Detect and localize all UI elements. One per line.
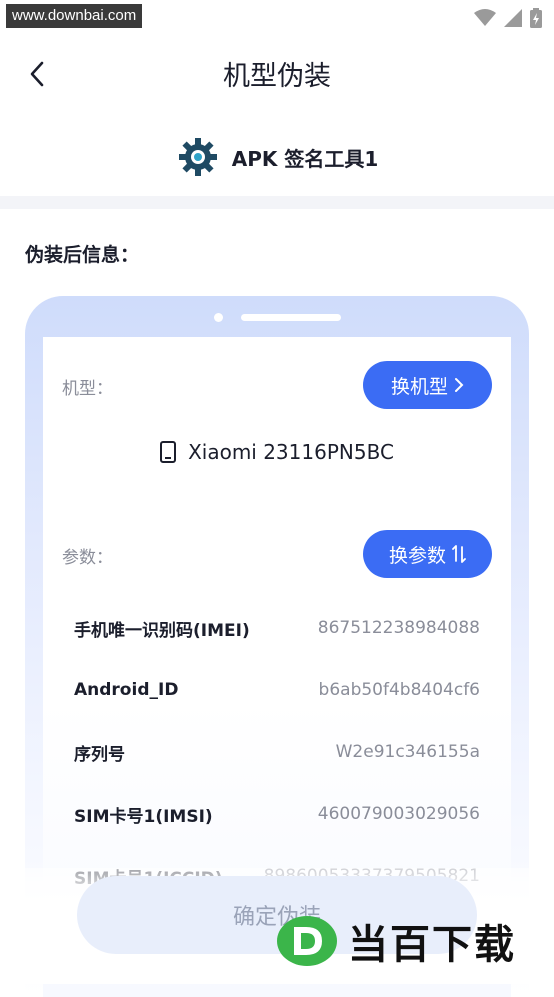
device-info: Xiaomi 23116PN5BC: [43, 440, 511, 464]
signal-icon: [504, 9, 522, 27]
logo-text: 当百下载: [348, 922, 516, 968]
app-info: APK 签名工具1: [0, 132, 554, 182]
phone-icon: [160, 441, 177, 463]
device-name: Xiaomi 23116PN5BC: [188, 440, 394, 464]
param-row: SIM卡号1(IMSI) 460079003029056: [74, 799, 480, 829]
param-key: SIM卡号1(IMSI): [74, 806, 213, 827]
param-row: 序列号 W2e91c346155a: [74, 737, 480, 767]
section-title: 伪装后信息：: [25, 244, 140, 266]
page-title: 机型伪装: [223, 61, 331, 92]
watermark-url: www.downbai.com: [6, 4, 143, 28]
camera-dot: [214, 313, 223, 322]
chevron-right-icon: [455, 378, 464, 392]
app-name: APK 签名工具1: [231, 146, 379, 171]
params-label: 参数：: [62, 548, 113, 568]
param-value: b6ab50f4b8404cf6: [318, 680, 480, 700]
wifi-icon: [474, 9, 496, 26]
logo-watermark: 当百下载: [276, 912, 516, 970]
param-value: 867512238984088: [317, 618, 480, 638]
speaker-bar: [241, 314, 341, 321]
param-key: Android_ID: [74, 680, 179, 700]
param-row: Android_ID b6ab50f4b8404cf6: [74, 675, 480, 705]
swap-icon: [452, 545, 466, 563]
battery-icon: [530, 8, 542, 28]
change-model-button[interactable]: 换机型: [363, 361, 492, 409]
logo-d-icon: [277, 916, 337, 966]
param-value: W2e91c346155a: [335, 742, 480, 762]
section-divider: [0, 196, 554, 209]
change-params-button[interactable]: 换参数: [363, 530, 492, 578]
change-model-label: 换机型: [390, 375, 448, 398]
param-value: 460079003029056: [317, 804, 480, 824]
param-key: 序列号: [74, 744, 125, 765]
status-icons: [474, 8, 542, 28]
model-label: 机型：: [62, 379, 113, 399]
change-params-label: 换参数: [388, 544, 446, 567]
param-row: 手机唯一识别码(IMEI) 867512238984088: [74, 613, 480, 643]
param-key: 手机唯一识别码(IMEI): [74, 620, 250, 641]
app-gear-icon: [175, 135, 220, 179]
